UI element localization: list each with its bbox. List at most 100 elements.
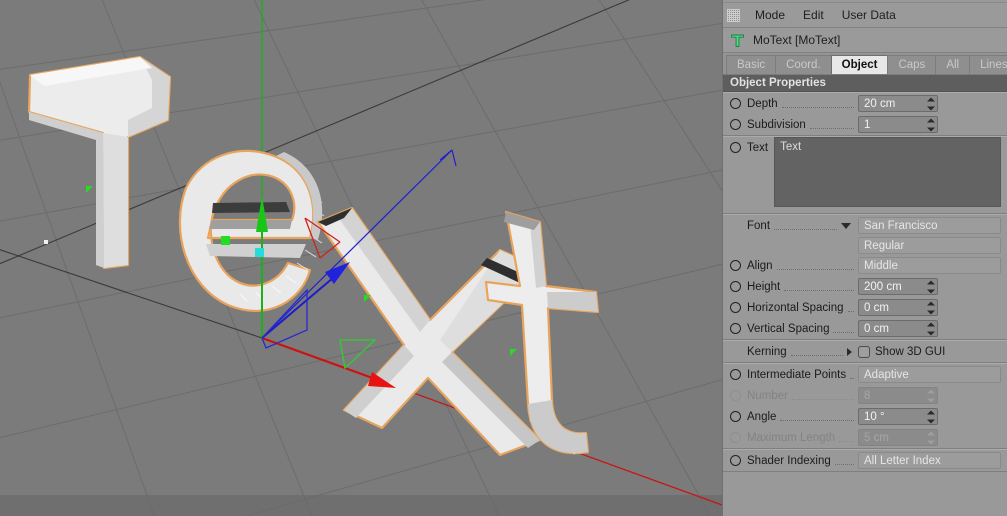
horizontal-spacing-stepper[interactable] xyxy=(926,301,935,314)
attributes-panel: Mode Edit User Data MoText [MoText] Basi… xyxy=(722,0,1007,516)
motext-t-icon xyxy=(729,32,746,49)
font-family-select[interactable]: San Francisco xyxy=(858,217,1001,234)
row-shader-indexing[interactable]: Shader Indexing All Letter Index xyxy=(723,450,1001,471)
group-intermediate-points: Intermediate Points Adaptive Number 8 An… xyxy=(723,363,1007,449)
align-radio[interactable] xyxy=(730,260,741,271)
kerning-dots xyxy=(790,347,843,356)
angle-stepper[interactable] xyxy=(926,410,935,423)
show-3d-gui-checkbox[interactable] xyxy=(858,345,870,358)
shader-indexing-dots xyxy=(834,456,854,465)
tab-lines[interactable]: Lines xyxy=(969,55,1007,74)
tab-object[interactable]: Object xyxy=(830,55,888,74)
row-kerning[interactable]: Kerning Show 3D GUI xyxy=(723,341,1001,362)
intermediate-points-radio[interactable] xyxy=(730,369,741,380)
text-radio[interactable] xyxy=(730,142,741,153)
intermediate-points-label: Intermediate Points xyxy=(747,368,847,381)
chevron-right-icon[interactable] xyxy=(847,347,852,356)
section-object-properties: Object Properties xyxy=(723,75,1007,92)
vertical-spacing-value: 0 cm xyxy=(864,322,889,335)
horizontal-spacing-label: Horizontal Spacing xyxy=(747,301,844,314)
row-vertical-spacing[interactable]: Vertical Spacing 0 cm xyxy=(723,318,1001,339)
world-origin-marker xyxy=(44,240,48,244)
height-stepper[interactable] xyxy=(926,280,935,293)
number-value: 8 xyxy=(864,389,871,402)
attribute-tabs: Basic Coord. Object Caps All Lines W xyxy=(723,53,1007,75)
group-kerning: Kerning Show 3D GUI xyxy=(723,340,1007,363)
text-label-wrap: Text xyxy=(730,137,768,158)
shader-indexing-radio[interactable] xyxy=(730,455,741,466)
group-depth-subdivision: Depth 20 cm Subdivision 1 xyxy=(723,92,1007,136)
angle-label: Angle xyxy=(747,410,777,423)
maximum-length-radio xyxy=(730,432,741,443)
height-input[interactable]: 200 cm xyxy=(858,278,938,295)
font-radio-placeholder xyxy=(730,220,741,231)
vertical-spacing-input[interactable]: 0 cm xyxy=(858,320,938,337)
viewport-3d-scene xyxy=(0,0,722,516)
horizontal-spacing-input[interactable]: 0 cm xyxy=(858,299,938,316)
tab-caps[interactable]: Caps xyxy=(887,55,936,74)
vertical-spacing-stepper[interactable] xyxy=(926,322,935,335)
align-label: Align xyxy=(747,259,773,272)
number-radio xyxy=(730,390,741,401)
depth-radio[interactable] xyxy=(730,98,741,109)
number-label: Number xyxy=(747,389,788,402)
angle-radio[interactable] xyxy=(730,411,741,422)
row-subdivision[interactable]: Subdivision 1 xyxy=(723,114,1007,135)
angle-value: 10 ° xyxy=(864,410,885,423)
angle-dots xyxy=(780,412,854,421)
cinema4d-window: Mode Edit User Data MoText [MoText] Basi… xyxy=(0,0,1007,516)
row-angle[interactable]: Angle 10 ° xyxy=(723,406,1001,427)
vertical-spacing-radio[interactable] xyxy=(730,323,741,334)
depth-input[interactable]: 20 cm xyxy=(858,95,938,112)
shader-indexing-select[interactable]: All Letter Index xyxy=(858,452,1001,469)
align-select[interactable]: Middle xyxy=(858,257,1001,274)
tab-basic[interactable]: Basic xyxy=(726,55,776,74)
depth-stepper[interactable] xyxy=(926,97,935,110)
row-depth[interactable]: Depth 20 cm xyxy=(723,93,1007,114)
group-font: Font San Francisco Regular Align Middle xyxy=(723,214,1007,340)
menu-mode[interactable]: Mode xyxy=(746,7,794,23)
maximum-length-stepper xyxy=(926,431,935,444)
group-shader-indexing: Shader Indexing All Letter Index xyxy=(723,449,1007,472)
height-label: Height xyxy=(747,280,781,293)
tab-coord[interactable]: Coord. xyxy=(775,55,831,74)
text-label: Text xyxy=(747,141,769,154)
intermediate-points-dots xyxy=(850,370,854,379)
subdivision-stepper[interactable] xyxy=(926,118,935,131)
menu-user-data[interactable]: User Data xyxy=(833,7,905,23)
row-height[interactable]: Height 200 cm xyxy=(723,276,1001,297)
angle-input[interactable]: 10 ° xyxy=(858,408,938,425)
object-title-row[interactable]: MoText [MoText] xyxy=(723,28,1007,53)
row-horizontal-spacing[interactable]: Horizontal Spacing 0 cm xyxy=(723,297,1001,318)
text-input[interactable]: Text xyxy=(774,137,1001,207)
tab-all[interactable]: All xyxy=(935,55,970,74)
vertical-spacing-label: Vertical Spacing xyxy=(747,322,830,335)
group-text: Text Text xyxy=(723,136,1007,214)
font-style-select[interactable]: Regular xyxy=(858,237,1001,254)
horizontal-spacing-dots xyxy=(847,303,854,312)
font-dots xyxy=(774,221,837,230)
shader-indexing-label: Shader Indexing xyxy=(747,454,831,467)
height-radio[interactable] xyxy=(730,281,741,292)
depth-dots xyxy=(781,99,854,108)
subdivision-input[interactable]: 1 xyxy=(858,116,938,133)
row-text[interactable]: Text Text xyxy=(723,137,1001,207)
subdivision-value: 1 xyxy=(864,118,871,131)
menu-edit[interactable]: Edit xyxy=(794,7,833,23)
grip-dots-icon[interactable] xyxy=(727,8,740,22)
intermediate-points-select[interactable]: Adaptive xyxy=(858,366,1001,383)
row-font[interactable]: Font San Francisco xyxy=(723,215,1001,236)
row-number: Number 8 xyxy=(723,385,1001,406)
kerning-label: Kerning xyxy=(747,345,787,358)
perspective-viewport[interactable] xyxy=(0,0,722,516)
chevron-down-icon[interactable] xyxy=(841,222,851,229)
maximum-length-dots xyxy=(839,433,854,442)
horizontal-spacing-radio[interactable] xyxy=(730,302,741,313)
row-intermediate-points[interactable]: Intermediate Points Adaptive xyxy=(723,364,1001,385)
maximum-length-value: 5 cm xyxy=(864,431,889,444)
panel-bottom-filler xyxy=(723,472,1007,493)
font-label: Font xyxy=(747,219,771,232)
subdivision-radio[interactable] xyxy=(730,119,741,130)
row-font-style[interactable]: Regular xyxy=(723,236,1001,255)
row-align[interactable]: Align Middle xyxy=(723,255,1001,276)
